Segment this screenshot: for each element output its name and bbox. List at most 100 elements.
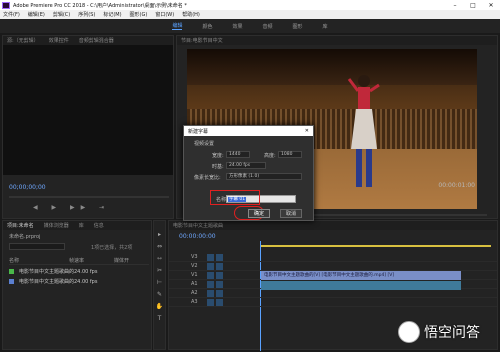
pen-tool-icon[interactable]: ✎ <box>157 291 162 298</box>
column-media-start[interactable]: 媒体开 <box>114 257 149 264</box>
eye-icon[interactable] <box>216 262 223 270</box>
project-panel: 项目:未命名 媒体浏览器 库 信息 未命名.prproj 1项已选择，共2项 名… <box>2 220 152 350</box>
timebase-select[interactable]: 24.00 fps <box>226 162 266 169</box>
title-bar: Adobe Premiere Pro CC 2018 - C:\用户\Admin… <box>0 0 500 10</box>
column-name[interactable]: 名称 <box>9 257 69 264</box>
watermark-text: 悟空问答 <box>424 325 480 341</box>
mute-icon[interactable] <box>207 280 214 288</box>
tab-info[interactable]: 信息 <box>94 222 104 229</box>
menu-sequence[interactable]: 序列(S) <box>78 11 95 18</box>
tab-libraries[interactable]: 库 <box>79 222 84 229</box>
source-time-ruler[interactable] <box>9 196 169 198</box>
solo-icon[interactable] <box>216 280 223 288</box>
track-select-tool-icon[interactable]: ⇔ <box>157 243 162 250</box>
program-timecode[interactable]: 00:00:01:00 <box>438 182 475 189</box>
workspace-tab-audio[interactable]: 音频 <box>263 23 273 30</box>
item-name: 电影节目中文主题歌曲的 <box>19 279 74 285</box>
project-tabs: 项目:未命名 媒体浏览器 库 信息 <box>3 221 151 230</box>
tab-sequence[interactable]: 电影节目中文主题歌曲 <box>173 222 223 229</box>
menu-graphics[interactable]: 图形(G) <box>130 11 148 18</box>
tab-audio-mixer[interactable]: 音频剪辑混合器 <box>79 37 114 44</box>
height-field[interactable]: 1080 <box>278 151 302 158</box>
eye-icon[interactable] <box>216 253 223 261</box>
maximize-button[interactable]: □ <box>464 2 482 9</box>
timebase-label: 时基: <box>212 164 224 170</box>
timeline-timecode[interactable]: 00:00:00:00 <box>179 233 216 240</box>
tab-source[interactable]: 源:（无剪辑） <box>7 37 39 44</box>
work-area-bar[interactable] <box>261 245 491 247</box>
eye-icon[interactable] <box>216 271 223 279</box>
project-filename: 未命名.prproj <box>9 234 41 240</box>
ripple-edit-tool-icon[interactable]: ⇿ <box>157 255 162 262</box>
selection-count: 1项已选择，共2项 <box>91 245 133 251</box>
dialog-titlebar: 新建字幕 ✕ <box>184 126 313 136</box>
width-field[interactable]: 1440 <box>226 151 250 158</box>
workspace-tab-effects[interactable]: 效果 <box>232 23 242 30</box>
workspace-tab-libraries[interactable]: 库 <box>323 23 328 30</box>
lock-icon[interactable] <box>207 262 214 270</box>
audio-clip[interactable] <box>261 281 461 290</box>
workspace-tab-color[interactable]: 颜色 <box>202 23 212 30</box>
premiere-logo-icon <box>2 1 10 9</box>
stage-curtain <box>187 49 477 85</box>
name-highlight-box <box>210 190 260 205</box>
dialog-close-icon[interactable]: ✕ <box>305 128 309 134</box>
cancel-button[interactable]: 取消 <box>280 209 302 218</box>
selection-tool-icon[interactable]: ▸ <box>158 231 161 238</box>
type-tool-icon[interactable]: T <box>158 315 162 322</box>
solo-icon[interactable] <box>216 298 223 306</box>
ok-button[interactable]: 确定 <box>248 209 270 218</box>
track-a2: A2 <box>169 289 497 298</box>
source-viewer <box>3 45 173 175</box>
menu-file[interactable]: 文件(F) <box>3 11 20 18</box>
project-search-input[interactable] <box>9 243 65 250</box>
project-column-headers: 名称 帧速率 媒体开 <box>9 257 149 265</box>
source-tabs: 源:（无剪辑） 效果控件 音频剪辑混合器 <box>3 36 173 45</box>
video-clip[interactable]: 电影节目中文主题歌曲的[V] [电影节目中文主题歌曲的.mp4] [V] <box>261 271 461 280</box>
track-label: V1 <box>191 272 198 278</box>
track-label: V3 <box>191 254 198 260</box>
menu-edit[interactable]: 编辑(E) <box>28 11 45 18</box>
label-color-swatch <box>9 269 14 274</box>
dancer-figure <box>347 75 380 187</box>
lock-icon[interactable] <box>207 253 214 261</box>
menu-bar: 文件(F) 编辑(E) 剪辑(C) 序列(S) 标记(M) 图形(G) 窗口(W… <box>0 10 500 19</box>
track-label: V2 <box>191 263 198 269</box>
mute-icon[interactable] <box>207 289 214 297</box>
track-label: A1 <box>191 281 198 287</box>
hand-tool-icon[interactable]: ✋ <box>156 303 163 310</box>
slip-tool-icon[interactable]: ⊢ <box>157 279 162 286</box>
razor-tool-icon[interactable]: ✂ <box>157 267 162 274</box>
tab-effect-controls[interactable]: 效果控件 <box>49 37 69 44</box>
track-a3: A3 <box>169 298 497 307</box>
tab-program[interactable]: 节目:电影节目中文 <box>181 37 223 44</box>
tab-media-browser[interactable]: 媒体浏览器 <box>44 222 69 229</box>
project-item-row[interactable]: 电影节目中文主题歌曲的 24.00 fps <box>9 277 149 286</box>
item-frame-rate: 24.00 fps <box>74 268 98 275</box>
lock-icon[interactable] <box>207 271 214 279</box>
workspace-bar: 编辑 颜色 效果 音频 图形 库 <box>0 19 500 33</box>
item-frame-rate: 24.00 fps <box>74 278 98 285</box>
menu-window[interactable]: 窗口(W) <box>155 11 174 18</box>
track-label: A3 <box>191 299 198 305</box>
workspace-tab-graphics[interactable]: 图形 <box>293 23 303 30</box>
menu-clip[interactable]: 剪辑(C) <box>53 11 70 18</box>
mute-icon[interactable] <box>207 298 214 306</box>
program-tabs: 节目:电影节目中文 <box>177 36 497 45</box>
label-color-swatch <box>9 279 14 284</box>
watermark: 悟空问答 <box>398 318 498 346</box>
project-item-row[interactable]: 电影节目中文主题歌曲的 24.00 fps <box>9 267 149 276</box>
minimize-button[interactable]: – <box>446 2 464 9</box>
close-window-button[interactable]: ✕ <box>482 2 500 9</box>
workspace-tab-edit[interactable]: 编辑 <box>172 22 183 30</box>
menu-help[interactable]: 帮助(H) <box>182 11 200 18</box>
height-label: 高度: <box>264 153 276 159</box>
menu-marker[interactable]: 标记(M) <box>103 11 121 18</box>
source-timecode[interactable]: 00;00;00;00 <box>9 184 46 191</box>
track-v2: V2 <box>169 262 497 271</box>
solo-icon[interactable] <box>216 289 223 297</box>
pixel-aspect-select[interactable]: 方形像素 (1.0) <box>226 173 302 180</box>
tab-project[interactable]: 项目:未命名 <box>7 222 34 229</box>
source-playback-controls[interactable]: ◀ ▶ ▶▶ ⇥ <box>33 204 110 211</box>
column-frame-rate[interactable]: 帧速率 <box>69 257 114 264</box>
